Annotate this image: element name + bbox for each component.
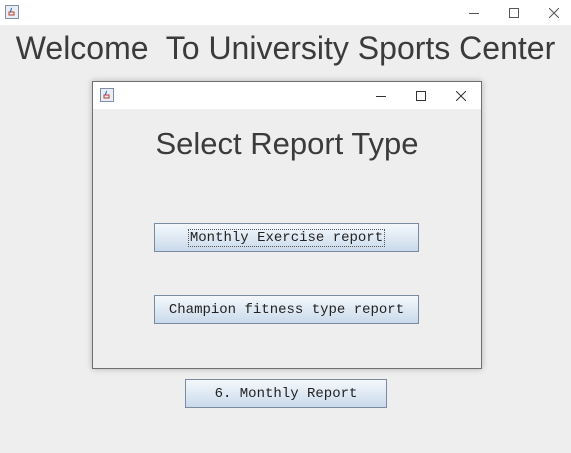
close-icon [456,90,466,101]
minimize-icon [469,12,479,14]
monthly-report-button-label: 6. Monthly Report [214,385,358,402]
welcome-heading: Welcome To University Sports Center [15,30,556,66]
champion-fitness-report-label: Champion fitness type report [168,301,405,318]
dialog-close-button[interactable] [441,82,481,109]
monthly-exercise-report-label: Monthly Exercise report [187,228,386,247]
dialog-titlebar[interactable] [93,82,481,109]
minimize-button[interactable] [454,0,494,25]
dialog-heading: Select Report Type [155,126,419,161]
monthly-exercise-report-button[interactable]: Monthly Exercise report [154,223,419,252]
dialog-minimize-button[interactable] [361,82,401,109]
report-type-dialog: Select Report Type Monthly Exercise repo… [92,81,482,369]
champion-fitness-report-button[interactable]: Champion fitness type report [154,295,419,324]
main-window-titlebar[interactable] [0,0,571,25]
close-icon [549,7,559,18]
close-button[interactable] [534,0,571,25]
maximize-icon [509,7,519,18]
java-cup-icon [5,5,19,19]
java-cup-icon [100,88,114,102]
monthly-report-button[interactable]: 6. Monthly Report [185,379,387,408]
maximize-icon [416,90,426,101]
minimize-icon [376,95,386,97]
maximize-button[interactable] [494,0,534,25]
dialog-maximize-button[interactable] [401,82,441,109]
